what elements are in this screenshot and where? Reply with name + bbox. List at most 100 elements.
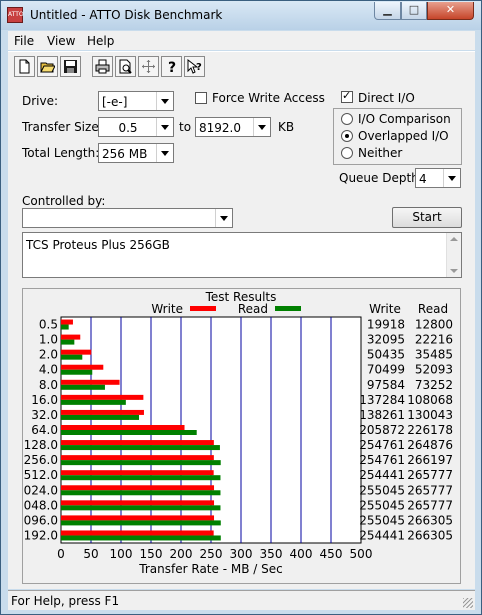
io-comparison-radio[interactable] (341, 113, 353, 125)
read-bar (61, 384, 105, 390)
maximize-button[interactable]: □ (401, 2, 427, 20)
main-panel: Drive: [-e-] Force Write Access Direct I… (8, 82, 475, 589)
x-tick-label: 300 (230, 547, 253, 561)
help-icon[interactable]: ? (161, 56, 182, 77)
menu-bar: File View Help (8, 31, 475, 50)
write-value: 70499 (367, 363, 405, 377)
svg-text:?: ? (196, 62, 202, 73)
read-value: 226178 (407, 423, 453, 437)
read-value: 266197 (407, 453, 453, 467)
new-file-icon[interactable] (14, 56, 35, 77)
window-title: Untitled - ATTO Disk Benchmark (30, 8, 223, 22)
read-value: 265777 (407, 483, 453, 497)
write-value: 50435 (367, 348, 405, 362)
force-write-checkbox[interactable] (195, 92, 207, 104)
print-icon[interactable] (92, 56, 113, 77)
queue-depth-select[interactable]: 4 (415, 168, 461, 188)
transfer-size-to-select[interactable]: 8192.0 (195, 117, 271, 137)
queue-depth-label: Queue Depth: (339, 171, 423, 185)
write-value: 138261 (359, 408, 405, 422)
read-bar (61, 414, 140, 420)
description-scrollbar[interactable] (446, 233, 461, 277)
category-label: 4.0 (39, 363, 58, 377)
read-bar (61, 324, 69, 330)
move-icon[interactable] (138, 56, 159, 77)
write-value: 254441 (359, 468, 405, 482)
chevron-down-icon[interactable] (156, 92, 173, 110)
write-bar (61, 455, 214, 461)
description-textarea[interactable]: TCS Proteus Plus 256GB (22, 232, 462, 278)
status-text: For Help, press F1 (11, 594, 120, 608)
read-value: 12800 (415, 318, 453, 332)
chevron-down-icon[interactable] (156, 118, 173, 136)
category-label: 8.0 (39, 378, 58, 392)
scroll-down-icon[interactable] (450, 269, 458, 273)
read-bar (61, 354, 83, 360)
write-value: 255045 (359, 483, 405, 497)
read-value: 35485 (415, 348, 453, 362)
menu-view[interactable]: View (47, 34, 75, 48)
save-icon[interactable] (60, 56, 81, 77)
total-length-label: Total Length: (22, 146, 100, 160)
x-tick-label: 50 (83, 547, 98, 561)
chevron-down-icon[interactable] (215, 209, 232, 227)
category-label: 128.0 (24, 438, 58, 452)
transfer-size-unit: KB (278, 120, 295, 134)
overlapped-io-label: Overlapped I/O (358, 129, 449, 143)
chevron-down-icon[interactable] (443, 169, 460, 187)
transfer-size-from-select[interactable]: 0.5 (98, 117, 174, 137)
category-label: 16.0 (31, 393, 58, 407)
minimize-button[interactable]: ▁ (374, 2, 401, 20)
resize-grip-icon[interactable] (463, 598, 473, 608)
controlled-by-select[interactable] (22, 208, 233, 228)
x-tick-label: 450 (320, 547, 343, 561)
neither-radio[interactable] (341, 147, 353, 159)
write-bar (61, 485, 215, 491)
neither-label: Neither (358, 146, 403, 160)
write-bar (61, 379, 120, 385)
close-button[interactable]: ✕ (427, 2, 474, 20)
read-value: 52093 (415, 363, 453, 377)
legend-write-swatch (190, 306, 216, 311)
write-bar (61, 425, 185, 430)
read-value: 266305 (407, 513, 453, 527)
category-label: 2.0 (39, 348, 58, 362)
category-label: 1024.0 (23, 483, 58, 497)
read-value: 265777 (407, 498, 453, 512)
app-window: ATTO Untitled - ATTO Disk Benchmark ▁ □ … (0, 0, 482, 615)
total-length-select[interactable]: 256 MB (98, 143, 174, 163)
drive-select[interactable]: [-e-] (98, 91, 174, 111)
read-bar (61, 369, 93, 375)
context-help-icon[interactable]: ? (184, 56, 205, 77)
drive-label: Drive: (22, 94, 59, 108)
write-bar (61, 500, 215, 506)
read-value: 265777 (407, 468, 453, 482)
drive-value: [-e-] (102, 95, 128, 109)
chevron-down-icon[interactable] (253, 118, 270, 136)
write-value: 255045 (359, 498, 405, 512)
menu-help[interactable]: Help (87, 34, 114, 48)
read-value: 73252 (415, 378, 453, 392)
category-label: 2048.0 (23, 498, 58, 512)
title-bar[interactable]: ATTO Untitled - ATTO Disk Benchmark ▁ □ … (1, 1, 481, 30)
write-value: 205872 (359, 423, 405, 437)
scroll-up-icon[interactable] (450, 237, 458, 241)
menu-file[interactable]: File (14, 34, 34, 48)
x-axis-title: Transfer Rate - MB / Sec (138, 562, 282, 576)
total-length-value: 256 MB (102, 147, 148, 161)
direct-io-checkbox[interactable] (341, 89, 353, 103)
write-bar (61, 319, 73, 325)
transfer-size-from-value: 0.5 (118, 121, 138, 135)
start-button[interactable]: Start (392, 207, 462, 228)
print-preview-icon[interactable] (115, 56, 136, 77)
x-tick-label: 200 (170, 547, 193, 561)
read-bar (61, 535, 221, 541)
status-bar: For Help, press F1 (8, 590, 475, 610)
write-value: 254761 (359, 453, 405, 467)
chevron-down-icon[interactable] (156, 144, 173, 162)
open-folder-icon[interactable] (37, 56, 58, 77)
overlapped-io-radio[interactable] (341, 130, 353, 142)
write-column-header: Write (369, 302, 401, 316)
x-tick-label: 150 (140, 547, 163, 561)
write-bar (61, 334, 81, 340)
